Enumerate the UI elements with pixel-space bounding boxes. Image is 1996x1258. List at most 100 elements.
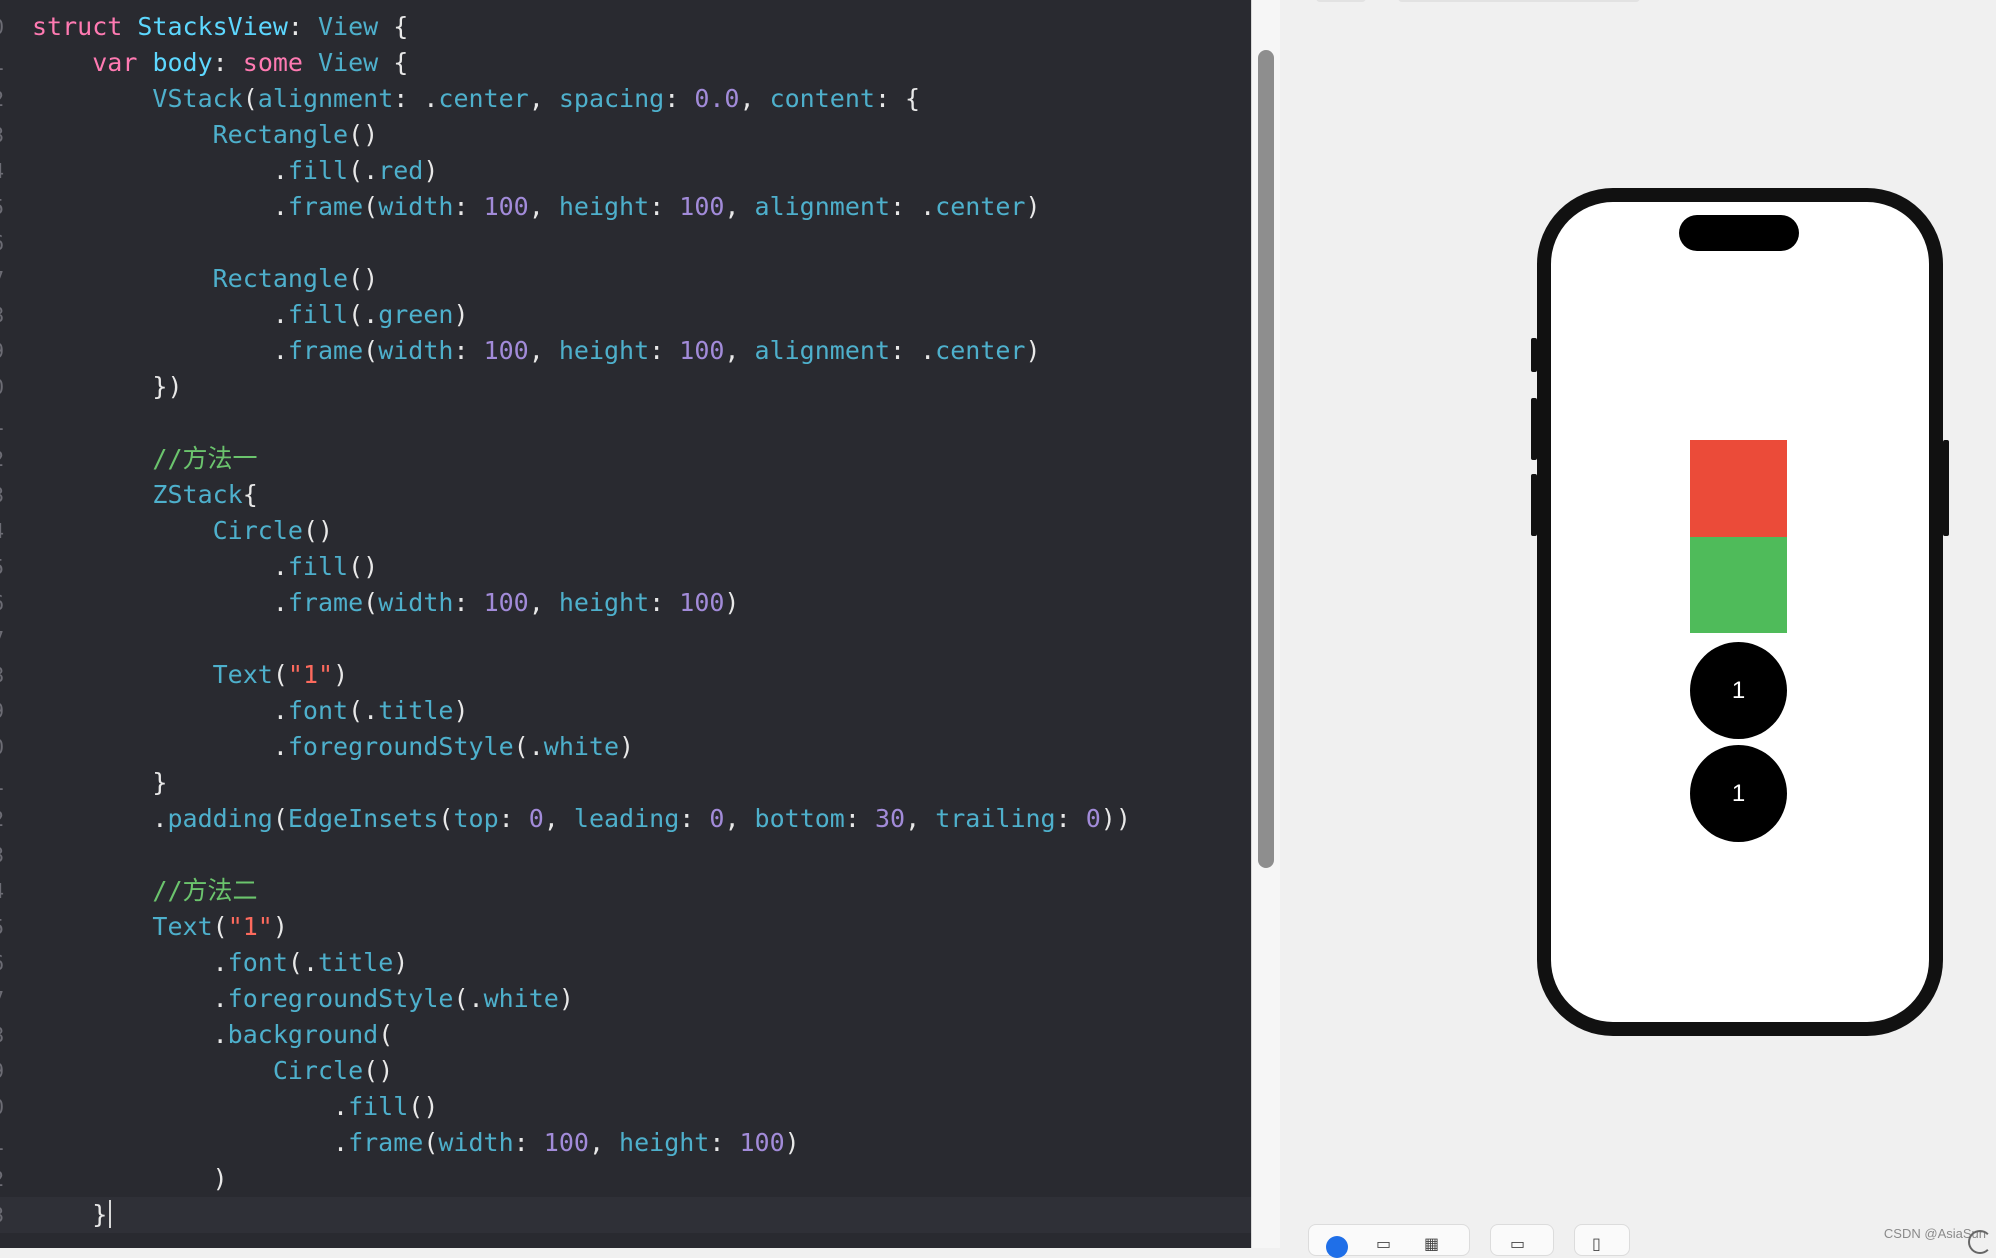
line-number: 3 — [0, 837, 4, 873]
code-token: . — [32, 984, 228, 1013]
line-number: 0 — [0, 369, 4, 405]
device-icon[interactable]: ▯ — [1592, 1236, 1601, 1252]
line-number: 4 — [0, 513, 4, 549]
code-line[interactable]: 0 .foregroundStyle(.white) — [0, 729, 1251, 765]
code-line[interactable]: 2 //方法一 — [0, 441, 1251, 477]
code-token: ) — [619, 732, 635, 761]
code-token: font — [287, 696, 349, 725]
device-settings-button[interactable] — [1574, 1224, 1630, 1256]
code-line-text: .fill() — [32, 1089, 438, 1125]
code-line[interactable]: 4 Circle() — [0, 513, 1251, 549]
code-token: body — [152, 48, 213, 77]
code-token: 0 — [528, 804, 544, 833]
code-token: 100 — [679, 192, 725, 221]
play-icon[interactable]: ▭ — [1376, 1236, 1391, 1252]
code-line[interactable]: 1 var body: some View { — [0, 45, 1251, 81]
code-token: View — [318, 48, 379, 77]
code-line[interactable]: 2 ) — [0, 1161, 1251, 1197]
code-line[interactable]: 0 .fill() — [0, 1089, 1251, 1125]
code-line-text: Rectangle() — [32, 261, 379, 297]
canvas-top-control[interactable] — [1316, 0, 1366, 2]
code-token: fill — [348, 1092, 409, 1121]
line-number: 3 — [0, 117, 4, 153]
code-token: . — [32, 156, 288, 185]
line-number: 4 — [0, 873, 4, 909]
code-line[interactable]: 5 Text("1") — [0, 909, 1251, 945]
line-number: 7 — [0, 621, 4, 657]
code-line[interactable]: 2 VStack(alignment: .center, spacing: 0.… — [0, 81, 1251, 117]
code-line[interactable]: 0 }) — [0, 369, 1251, 405]
code-line[interactable]: 7 Rectangle() — [0, 261, 1251, 297]
code-token: center — [935, 192, 1026, 221]
code-token: white — [483, 984, 559, 1013]
line-number: 2 — [0, 441, 4, 477]
red-rectangle — [1690, 440, 1787, 537]
code-line-text: ZStack{ — [32, 477, 257, 513]
variant-icon[interactable]: ▭ — [1510, 1236, 1525, 1252]
code-token: (. — [348, 156, 379, 185]
code-line[interactable]: 8 Text("1") — [0, 657, 1251, 693]
code-line[interactable]: 9 Circle() — [0, 1053, 1251, 1089]
code-line[interactable]: 3 ZStack{ — [0, 477, 1251, 513]
code-line-text: VStack(alignment: .center, spacing: 0.0,… — [32, 81, 920, 117]
code-token: . — [32, 336, 288, 365]
code-line[interactable]: 1 } — [0, 765, 1251, 801]
code-line[interactable]: 5 .fill() — [0, 549, 1251, 585]
editor-scrollbar[interactable] — [1258, 50, 1274, 868]
code-line[interactable]: 5 .frame(width: 100, height: 100, alignm… — [0, 189, 1251, 225]
code-line[interactable]: 8 .fill(.green) — [0, 297, 1251, 333]
line-number: 2 — [0, 1161, 4, 1197]
code-token: 100 — [679, 336, 725, 365]
code-line[interactable]: 3 Rectangle() — [0, 117, 1251, 153]
grid-icon[interactable]: ▦ — [1424, 1236, 1439, 1252]
code-line[interactable]: 6 .font(.title) — [0, 945, 1251, 981]
code-token: width — [438, 1128, 514, 1157]
live-preview-icon[interactable] — [1326, 1236, 1348, 1258]
code-line[interactable]: 7 .foregroundStyle(.white) — [0, 981, 1251, 1017]
code-line[interactable]: 4 //方法二 — [0, 873, 1251, 909]
code-token: alignment — [754, 336, 890, 365]
code-token: ) — [393, 948, 409, 977]
code-token: green — [378, 300, 454, 329]
refresh-icon[interactable] — [1968, 1230, 1992, 1254]
code-token: . — [32, 552, 288, 581]
code-editor[interactable]: 0struct StacksView: View {1 var body: so… — [0, 0, 1251, 1248]
code-line[interactable]: 6 .frame(width: 100, height: 100) — [0, 585, 1251, 621]
code-token: . — [32, 1020, 228, 1049]
code-line[interactable]: 9 .font(.title) — [0, 693, 1251, 729]
code-line[interactable]: 0 struct StacksView: View { — [0, 9, 1251, 45]
code-token: () — [363, 1056, 394, 1085]
code-line-text: .frame(width: 100, height: 100, alignmen… — [32, 189, 1041, 225]
line-number: 5 — [0, 909, 4, 945]
code-token: font — [227, 948, 288, 977]
code-token: //方法一 — [152, 444, 258, 473]
code-token: ZStack — [152, 480, 243, 509]
code-token: ( — [423, 1128, 439, 1157]
line-number: 4 — [0, 153, 4, 189]
code-token: : — [453, 192, 484, 221]
code-line[interactable]: 4 .fill(.red) — [0, 153, 1251, 189]
code-line[interactable]: 2 .padding(EdgeInsets(top: 0, leading: 0… — [0, 801, 1251, 837]
canvas-top-control[interactable] — [1398, 0, 1640, 2]
code-token: 100 — [679, 588, 725, 617]
code-token: (. — [453, 984, 484, 1013]
code-line[interactable]: 7 — [0, 621, 1251, 657]
code-token: } — [32, 1200, 108, 1229]
code-line[interactable]: 3 — [0, 837, 1251, 873]
line-number: 0 — [0, 1089, 4, 1125]
code-token: , — [724, 804, 755, 833]
code-line[interactable]: 1 — [0, 405, 1251, 441]
line-number: 1 — [0, 765, 4, 801]
code-token: , — [528, 588, 559, 617]
code-line[interactable]: 6 — [0, 225, 1251, 261]
code-line[interactable]: 8 .background( — [0, 1017, 1251, 1053]
code-token: title — [378, 696, 454, 725]
code-line-text: .fill(.red) — [32, 153, 439, 189]
code-token: alignment — [754, 192, 890, 221]
code-token: 100 — [483, 192, 529, 221]
code-token: frame — [287, 336, 364, 365]
code-line[interactable]: 3 } — [0, 1197, 1251, 1233]
code-line[interactable]: 9 .frame(width: 100, height: 100, alignm… — [0, 333, 1251, 369]
code-line[interactable]: 1 .frame(width: 100, height: 100) — [0, 1125, 1251, 1161]
